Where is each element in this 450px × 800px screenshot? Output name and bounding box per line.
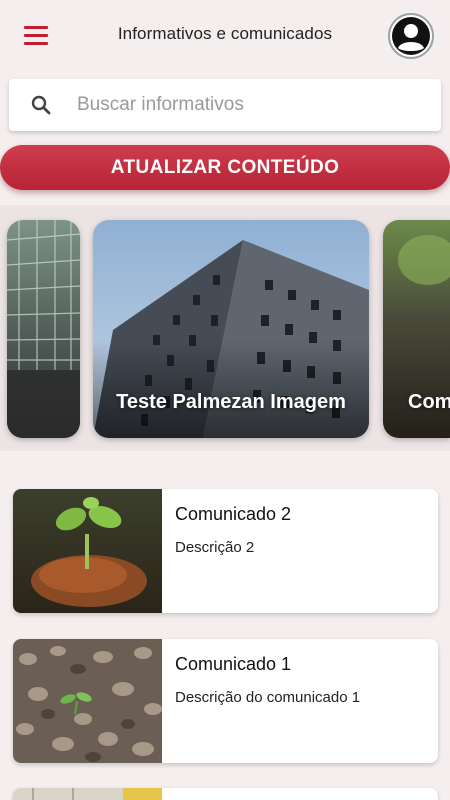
item-title: Comunicado 2: [175, 504, 292, 524]
thumbnail-image: [13, 788, 162, 800]
carousel-card[interactable]: Teste Palmezan Imagem: [93, 220, 369, 438]
search-input[interactable]: [77, 79, 427, 131]
app-bar: Informativos e comunicados: [0, 0, 450, 70]
list-item[interactable]: Comunicado 1 Descrição do comunicado 1: [13, 639, 438, 763]
carousel-card-label: Com: [408, 391, 450, 413]
search-icon: [31, 95, 51, 115]
page-title: Informativos e comunicados: [117, 24, 333, 43]
item-description: Descrição 2: [175, 539, 255, 556]
account-circle-icon[interactable]: [388, 13, 434, 59]
item-title: Comunicado 1: [175, 654, 292, 674]
thumbnail-image: [13, 489, 162, 613]
carousel-card[interactable]: Com: [383, 220, 450, 438]
list-item[interactable]: [13, 788, 438, 800]
list-item[interactable]: Comunicado 2 Descrição 2: [13, 489, 438, 613]
search-bar: [9, 79, 441, 131]
carousel-card-label: Teste Palmezan Imagem: [116, 391, 346, 413]
carousel-card[interactable]: [7, 220, 80, 438]
item-description: Descrição do comunicado 1: [175, 689, 361, 706]
refresh-content-button[interactable]: ATUALIZAR CONTEÚDO: [0, 145, 450, 190]
thumbnail-image: [13, 639, 162, 763]
